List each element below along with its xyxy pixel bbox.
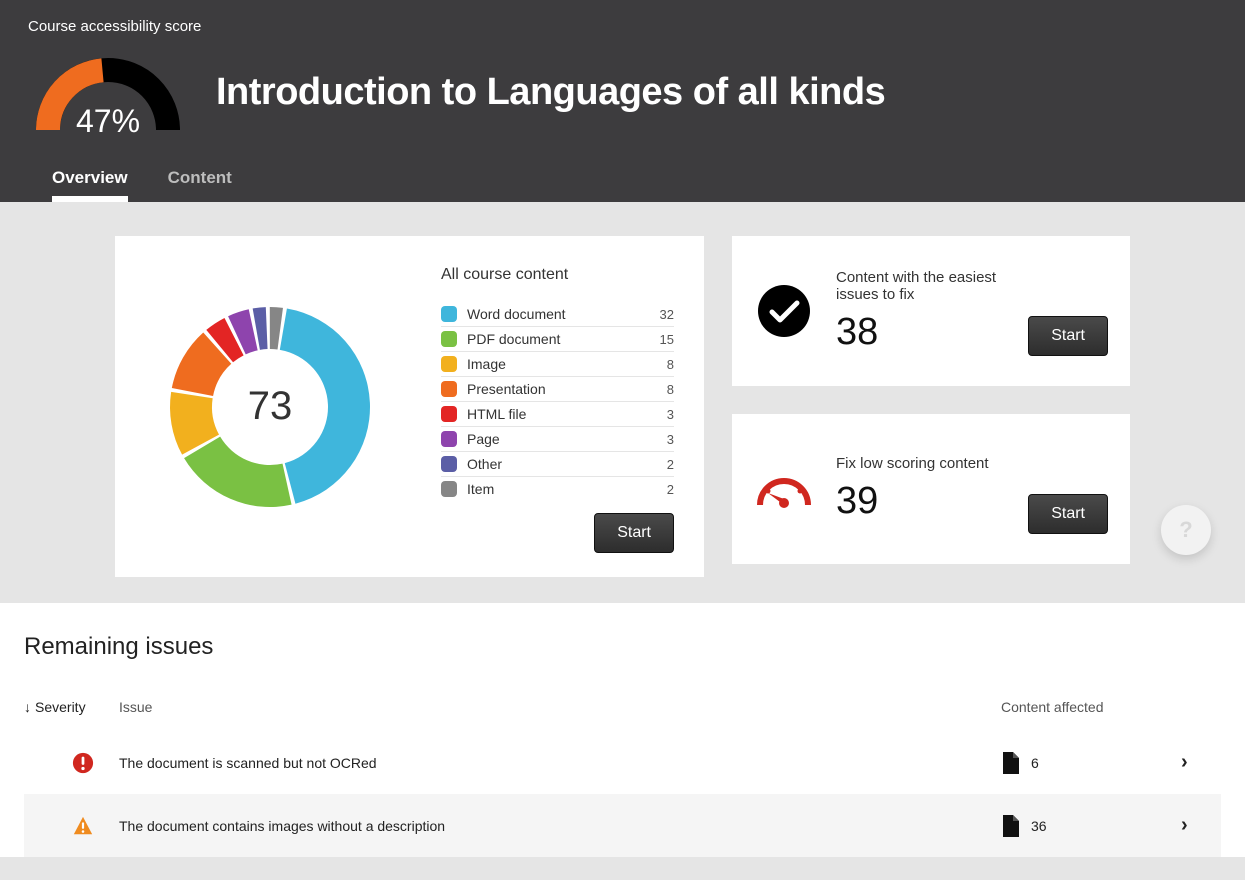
easiest-title: Content with the easiest issues to fix: [836, 269, 1006, 303]
score-gauge: 47%: [28, 45, 188, 140]
overview-panels: 73 All course content Word document32PDF…: [0, 202, 1245, 603]
issue-text: The document is scanned but not OCRed: [119, 755, 1001, 771]
legend-row[interactable]: Other2: [441, 452, 674, 477]
legend-list: Word document32PDF document15Image8Prese…: [441, 302, 674, 501]
legend-label: Item: [467, 481, 667, 497]
document-icon: [1001, 752, 1019, 774]
legend-swatch: [441, 431, 457, 447]
legend-row[interactable]: Page3: [441, 427, 674, 452]
help-button[interactable]: ?: [1161, 505, 1211, 555]
issue-column-header: Issue: [119, 699, 1001, 715]
header: Course accessibility score 47% Introduct…: [0, 0, 1245, 202]
legend-label: PDF document: [467, 331, 660, 347]
score-percent: 47%: [76, 103, 140, 140]
all-content-start-button[interactable]: Start: [594, 513, 674, 553]
legend-row[interactable]: HTML file3: [441, 402, 674, 427]
content-breakdown-panel: 73 All course content Word document32PDF…: [115, 236, 704, 577]
legend-swatch: [441, 456, 457, 472]
chevron-right-icon: ›: [1181, 814, 1188, 836]
severity-column-header[interactable]: ↓ Severity: [24, 699, 119, 715]
question-icon: ?: [1179, 517, 1192, 543]
affected-column-header: Content affected: [1001, 699, 1181, 715]
issue-row[interactable]: The document is scanned but not OCRed6›: [24, 731, 1221, 794]
legend-count: 8: [667, 382, 674, 397]
remaining-issues-section: Remaining issues ↓ Severity Issue Conten…: [0, 603, 1245, 857]
easiest-start-button[interactable]: Start: [1028, 316, 1108, 356]
legend-title: All course content: [441, 266, 674, 284]
issue-text: The document contains images without a d…: [119, 818, 1001, 834]
tab-overview[interactable]: Overview: [52, 162, 128, 202]
legend-row[interactable]: Word document32: [441, 302, 674, 327]
header-label: Course accessibility score: [28, 18, 1217, 35]
issues-table-body: The document is scanned but not OCRed6›T…: [24, 731, 1221, 857]
action-cards: Content with the easiest issues to fix 3…: [732, 236, 1130, 577]
chevron-right-icon: ›: [1181, 751, 1188, 773]
low-score-card: Fix low scoring content 39 Start: [732, 414, 1130, 564]
donut-chart: 73: [115, 236, 425, 577]
legend-swatch: [441, 356, 457, 372]
legend-row[interactable]: Presentation8: [441, 377, 674, 402]
issues-heading: Remaining issues: [24, 633, 1221, 661]
tab-content[interactable]: Content: [168, 162, 232, 202]
legend-count: 8: [667, 357, 674, 372]
legend-count: 2: [667, 457, 674, 472]
easiest-count: 38: [836, 311, 1006, 354]
low-score-count: 39: [836, 480, 1006, 523]
legend-label: Page: [467, 431, 667, 447]
legend-count: 15: [660, 332, 674, 347]
legend-row[interactable]: Item2: [441, 477, 674, 501]
legend-count: 3: [667, 407, 674, 422]
gauge-icon: [754, 459, 814, 519]
issue-row[interactable]: The document contains images without a d…: [24, 794, 1221, 857]
error-icon: [72, 752, 94, 774]
low-score-title: Fix low scoring content: [836, 455, 1006, 472]
donut-total: 73: [248, 384, 293, 429]
sort-arrow-icon: ↓: [24, 699, 31, 715]
legend-count: 2: [667, 482, 674, 497]
tabs: Overview Content: [28, 162, 1217, 202]
legend-count: 32: [660, 307, 674, 322]
course-title: Introduction to Languages of all kinds: [216, 71, 885, 114]
legend-area: All course content Word document32PDF do…: [425, 236, 704, 577]
legend-label: HTML file: [467, 406, 667, 422]
legend-swatch: [441, 406, 457, 422]
legend-row[interactable]: PDF document15: [441, 327, 674, 352]
document-icon: [1001, 815, 1019, 837]
affected-count: 6: [1001, 752, 1181, 774]
easiest-fix-card: Content with the easiest issues to fix 3…: [732, 236, 1130, 386]
legend-label: Presentation: [467, 381, 667, 397]
donut-slice: [280, 308, 370, 503]
legend-swatch: [441, 331, 457, 347]
legend-count: 3: [667, 432, 674, 447]
legend-swatch: [441, 481, 457, 497]
legend-row[interactable]: Image8: [441, 352, 674, 377]
legend-swatch: [441, 381, 457, 397]
checkmark-icon: [754, 281, 814, 341]
issues-table-header: ↓ Severity Issue Content affected: [24, 691, 1221, 731]
header-main: 47% Introduction to Languages of all kin…: [28, 45, 1217, 162]
legend-label: Other: [467, 456, 667, 472]
donut-slice: [184, 436, 291, 506]
legend-swatch: [441, 306, 457, 322]
legend-label: Word document: [467, 306, 660, 322]
affected-count: 36: [1001, 815, 1181, 837]
low-score-start-button[interactable]: Start: [1028, 494, 1108, 534]
legend-label: Image: [467, 356, 667, 372]
warning-icon: [72, 815, 94, 837]
